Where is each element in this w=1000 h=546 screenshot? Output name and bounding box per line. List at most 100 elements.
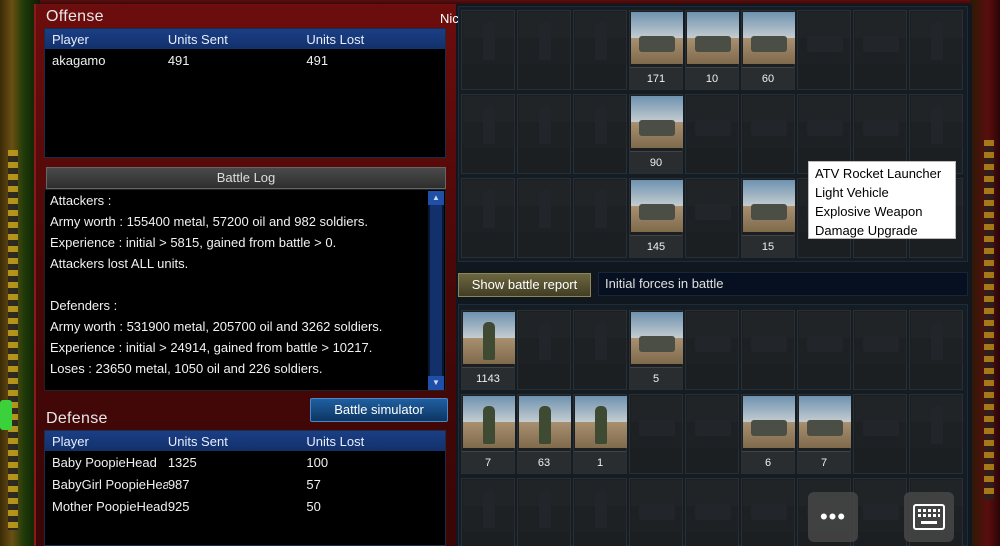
unit-portrait <box>743 312 795 364</box>
unit-slot[interactable]: 1143 <box>461 310 515 390</box>
hazard-stripe <box>8 150 18 530</box>
table-row[interactable]: Mother PoopieHead 925 50 <box>45 495 445 517</box>
unit-count: 10 <box>686 67 738 89</box>
units-lost: 491 <box>306 52 329 68</box>
unit-portrait <box>519 12 571 64</box>
log-line: Loses : 23650 metal, 1050 oil and 226 so… <box>50 361 323 376</box>
unit-slot[interactable] <box>685 94 739 174</box>
unit-slot[interactable] <box>685 478 739 546</box>
unit-count <box>518 535 570 546</box>
unit-slot[interactable]: 10 <box>685 10 739 90</box>
scroll-down-icon[interactable]: ▼ <box>428 376 444 390</box>
unit-slot[interactable]: 15 <box>741 178 795 258</box>
log-line: Attackers : <box>50 193 112 208</box>
unit-count <box>686 151 738 173</box>
unit-slot[interactable] <box>517 178 571 258</box>
unit-count: 7 <box>798 451 850 473</box>
more-dots-icon: ••• <box>819 504 847 529</box>
unit-portrait <box>575 396 627 448</box>
units-sent: 925 <box>167 498 190 514</box>
unit-portrait <box>799 396 851 448</box>
unit-slot[interactable]: 171 <box>629 10 683 90</box>
unit-slot[interactable]: 7 <box>461 394 515 474</box>
unit-slot[interactable] <box>573 10 627 90</box>
unit-portrait <box>911 12 963 64</box>
unit-portrait <box>799 96 851 148</box>
unit-slot[interactable] <box>517 10 571 90</box>
unit-slot[interactable] <box>517 94 571 174</box>
table-row[interactable]: BabyGirl PoopieHead 987 57 <box>45 473 445 495</box>
unit-slot[interactable] <box>461 478 515 546</box>
unit-portrait <box>575 12 627 64</box>
unit-slot[interactable] <box>517 310 571 390</box>
unit-slot[interactable] <box>573 94 627 174</box>
unit-slot[interactable] <box>685 178 739 258</box>
battle-simulator-button[interactable]: Battle simulator <box>310 398 448 422</box>
unit-slot[interactable] <box>461 94 515 174</box>
unit-slot[interactable]: 6 <box>741 394 795 474</box>
table-row[interactable]: akagamo 491 491 <box>45 49 445 71</box>
player-name: Mother PoopieHead <box>52 498 168 514</box>
unit-slot[interactable] <box>797 10 851 90</box>
unit-portrait <box>799 312 851 364</box>
tooltip-upgrade: Damage Upgrade <box>815 223 918 238</box>
scroll-up-icon[interactable]: ▲ <box>428 191 444 205</box>
unit-slot[interactable] <box>573 178 627 258</box>
unit-count <box>518 151 570 173</box>
unit-slot[interactable]: 145 <box>629 178 683 258</box>
unit-slot[interactable] <box>741 310 795 390</box>
unit-slot[interactable] <box>629 478 683 546</box>
log-line: Army worth : 531900 metal, 205700 oil an… <box>50 319 383 334</box>
unit-count <box>742 367 794 389</box>
unit-slot[interactable] <box>685 394 739 474</box>
unit-slot[interactable] <box>909 394 963 474</box>
unit-slot[interactable]: 5 <box>629 310 683 390</box>
unit-count <box>686 367 738 389</box>
unit-count <box>742 535 794 546</box>
scroll-thumb[interactable] <box>430 205 442 376</box>
more-options-button[interactable]: ••• <box>808 492 858 542</box>
unit-slot[interactable] <box>741 478 795 546</box>
unit-slot[interactable]: 63 <box>517 394 571 474</box>
unit-slot[interactable] <box>853 10 907 90</box>
unit-slot[interactable] <box>685 310 739 390</box>
player-name: akagamo <box>52 52 106 68</box>
table-row[interactable]: Baby PoopieHead 1325 100 <box>45 451 445 473</box>
unit-slot[interactable] <box>461 178 515 258</box>
unit-slot[interactable] <box>573 478 627 546</box>
unit-count <box>742 151 794 173</box>
unit-slot[interactable] <box>853 478 907 546</box>
units-lost: 100 <box>306 454 329 470</box>
log-scrollbar[interactable]: ▲ ▼ <box>428 191 444 390</box>
unit-slot[interactable] <box>741 94 795 174</box>
offense-header: Player Units Sent Units Lost <box>45 29 445 49</box>
unit-slot[interactable] <box>909 10 963 90</box>
unit-count: 145 <box>630 235 682 257</box>
unit-count <box>462 235 514 257</box>
unit-slot[interactable] <box>573 310 627 390</box>
tooltip-unit-name: ATV Rocket Launcher <box>815 166 942 181</box>
show-battle-report-button[interactable]: Show battle report <box>458 273 591 297</box>
unit-portrait <box>519 96 571 148</box>
unit-count <box>518 67 570 89</box>
unit-slot[interactable]: 1 <box>573 394 627 474</box>
unit-slot[interactable] <box>797 310 851 390</box>
unit-portrait <box>799 12 851 64</box>
unit-slot[interactable]: 60 <box>741 10 795 90</box>
unit-count <box>574 67 626 89</box>
unit-slot[interactable] <box>461 10 515 90</box>
battle-log[interactable]: Attackers : Army worth : 155400 metal, 5… <box>44 189 446 391</box>
unit-slot[interactable] <box>853 310 907 390</box>
unit-portrait <box>687 96 739 148</box>
unit-slot[interactable] <box>909 310 963 390</box>
defense-header: Player Units Sent Units Lost <box>45 431 445 451</box>
units-sent: 1325 <box>167 454 197 470</box>
unit-slot[interactable]: 7 <box>797 394 851 474</box>
unit-count <box>854 67 906 89</box>
keyboard-button[interactable] <box>904 492 954 542</box>
unit-slot[interactable] <box>629 394 683 474</box>
unit-slot[interactable] <box>853 394 907 474</box>
unit-slot[interactable] <box>517 478 571 546</box>
unit-slot[interactable]: 90 <box>629 94 683 174</box>
green-indicator <box>0 400 12 430</box>
